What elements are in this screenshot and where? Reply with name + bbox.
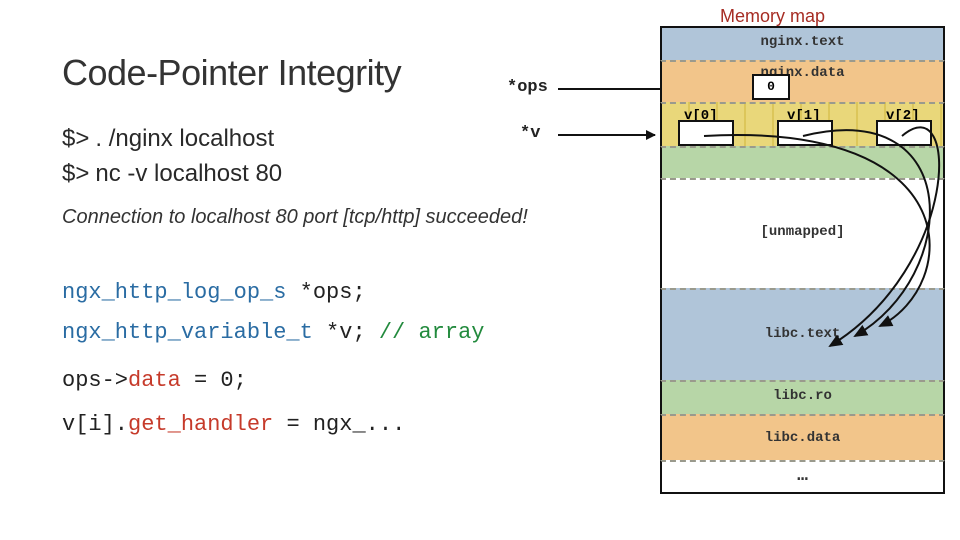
- code-line-2: ngx_http_variable_t *v; // array: [62, 320, 484, 345]
- code-line-4: v[i].get_handler = ngx_...: [62, 412, 405, 437]
- region-nginx-text: nginx.text: [660, 26, 945, 60]
- code-tail: = 0;: [181, 368, 247, 393]
- slide-title: Code-Pointer Integrity: [62, 52, 401, 94]
- code-tail: *v;: [313, 320, 379, 345]
- type-name: ngx_http_log_op_s: [62, 280, 286, 305]
- code-line-3: ops->data = 0;: [62, 368, 247, 393]
- code-tail: *ops;: [286, 280, 365, 305]
- region-label: nginx.text: [662, 34, 943, 50]
- highlight: get_handler: [128, 412, 273, 437]
- region-label: …: [662, 466, 943, 486]
- data-box-zero: 0: [752, 74, 790, 100]
- shell-cmd-2: $> nc -v localhost 80: [62, 160, 282, 188]
- region-v-array: v[0] v[1] v[2]: [660, 102, 945, 146]
- region-libc-text: libc.text: [660, 288, 945, 380]
- region-label: libc.text: [662, 326, 943, 342]
- region-unmapped: [unmapped]: [660, 178, 945, 288]
- highlight: data: [128, 368, 181, 393]
- comment: // array: [379, 320, 485, 345]
- code-tail: = ngx_...: [273, 412, 405, 437]
- region-libc-ro: libc.ro: [660, 380, 945, 414]
- pointer-label-ops: *ops: [507, 78, 548, 97]
- code-head: ops->: [62, 368, 128, 393]
- arrow-v: [558, 134, 655, 136]
- region-label: nginx.data: [662, 65, 943, 81]
- region-green: [660, 146, 945, 178]
- v0-box: [678, 120, 734, 146]
- region-label: [unmapped]: [662, 224, 943, 240]
- memory-map: nginx.text nginx.data 0 v[0] v[1] v[2] […: [660, 26, 945, 516]
- region-libc-data: libc.data: [660, 414, 945, 460]
- code-head: v[i].: [62, 412, 128, 437]
- prompt: $>: [62, 125, 89, 152]
- type-name: ngx_http_variable_t: [62, 320, 313, 345]
- region-dots: …: [660, 460, 945, 494]
- code-line-1: ngx_http_log_op_s *ops;: [62, 280, 366, 305]
- shell-output: Connection to localhost 80 port [tcp/htt…: [62, 206, 528, 229]
- region-label: libc.data: [662, 430, 943, 446]
- memory-map-title: Memory map: [720, 6, 825, 27]
- cmd-text: nc -v localhost 80: [95, 160, 282, 187]
- region-label: libc.ro: [662, 388, 943, 404]
- region-nginx-data: nginx.data 0: [660, 60, 945, 102]
- v1-box: [777, 120, 833, 146]
- v2-box: [876, 120, 932, 146]
- pointer-label-v: *v: [520, 124, 540, 143]
- shell-cmd-1: $> . /nginx localhost: [62, 125, 274, 153]
- cmd-text: . /nginx localhost: [95, 125, 274, 152]
- prompt: $>: [62, 160, 89, 187]
